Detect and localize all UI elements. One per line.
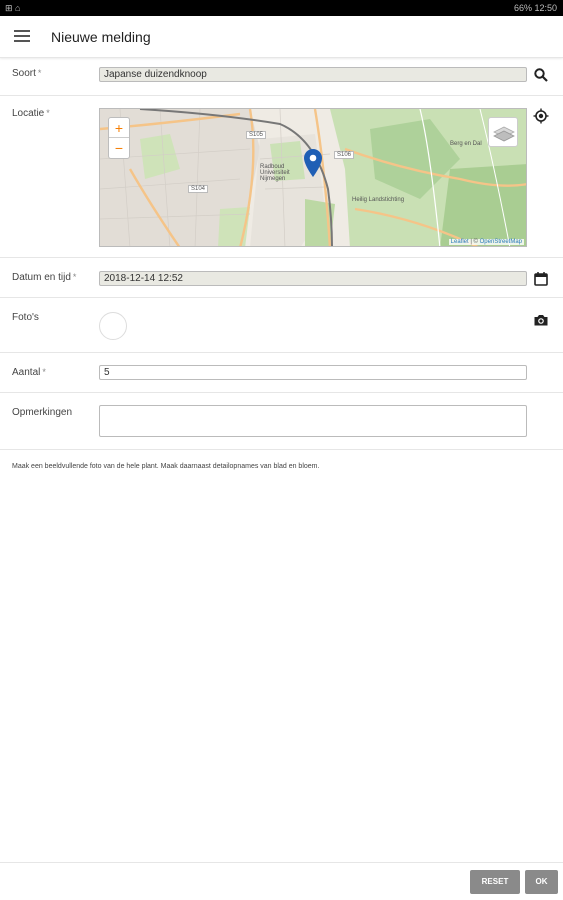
map-label-heilig: Heilig Landstichting: [352, 197, 405, 203]
photo-hint: Maak een beeldvullende foto van de hele …: [12, 463, 320, 470]
datum-label: Datum en tijd *: [12, 272, 77, 283]
road-label-s105: S105: [246, 131, 267, 139]
calendar-icon[interactable]: [533, 271, 549, 287]
aantal-label: Aantal *: [12, 367, 46, 378]
footer-bar: RESET OK: [0, 862, 563, 900]
map-tiles: [100, 109, 526, 246]
map-attribution: Leaflet | © OpenStreetMap: [448, 239, 524, 245]
locatie-label: Locatie *: [12, 108, 50, 119]
datum-row: Datum en tijd *: [0, 258, 563, 298]
road-label-s106: S106: [334, 151, 355, 159]
map-label-radboud: Radboud Universiteit Nijmegen: [260, 164, 290, 182]
app-bar: Nieuwe melding: [0, 16, 563, 58]
map-label-berg: Berg en Dal: [450, 141, 482, 147]
zoom-in-button[interactable]: +: [109, 118, 129, 138]
fotos-row: Foto's: [0, 298, 563, 353]
location-map[interactable]: S105 S106 S104 Radboud Universiteit Nijm…: [99, 108, 527, 247]
attribution-separator: | ©: [468, 239, 480, 245]
datum-field[interactable]: [99, 271, 527, 286]
search-icon[interactable]: [533, 67, 549, 83]
leaflet-link[interactable]: Leaflet: [451, 239, 469, 245]
layers-icon: [493, 126, 515, 142]
aantal-field[interactable]: [99, 365, 527, 380]
fotos-label: Foto's: [12, 312, 39, 323]
layers-button[interactable]: [488, 117, 518, 147]
my-location-icon[interactable]: [533, 108, 549, 124]
add-photo-placeholder[interactable]: [99, 312, 127, 340]
ok-button[interactable]: OK: [525, 870, 558, 894]
camera-icon[interactable]: [533, 312, 549, 328]
status-right: 66% 12:50: [513, 3, 557, 13]
soort-field[interactable]: [99, 67, 527, 82]
road-label-s104: S104: [188, 185, 209, 193]
zoom-control: + −: [108, 117, 130, 159]
soort-label: Soort *: [12, 68, 42, 79]
zoom-out-button[interactable]: −: [109, 138, 129, 158]
hamburger-menu-icon[interactable]: [14, 30, 30, 44]
status-left: ⊞ ⌂: [5, 3, 21, 13]
page-title: Nieuwe melding: [51, 29, 151, 45]
osm-link[interactable]: OpenStreetMap: [480, 239, 522, 245]
soort-row: Soort *: [0, 58, 563, 96]
opmerkingen-label: Opmerkingen: [12, 407, 73, 418]
status-bar: ⊞ ⌂ 66% 12:50: [0, 0, 563, 16]
location-marker-icon[interactable]: [304, 149, 322, 177]
reset-button[interactable]: RESET: [470, 870, 520, 894]
opmerkingen-field[interactable]: [99, 405, 527, 437]
aantal-row: Aantal *: [0, 353, 563, 393]
